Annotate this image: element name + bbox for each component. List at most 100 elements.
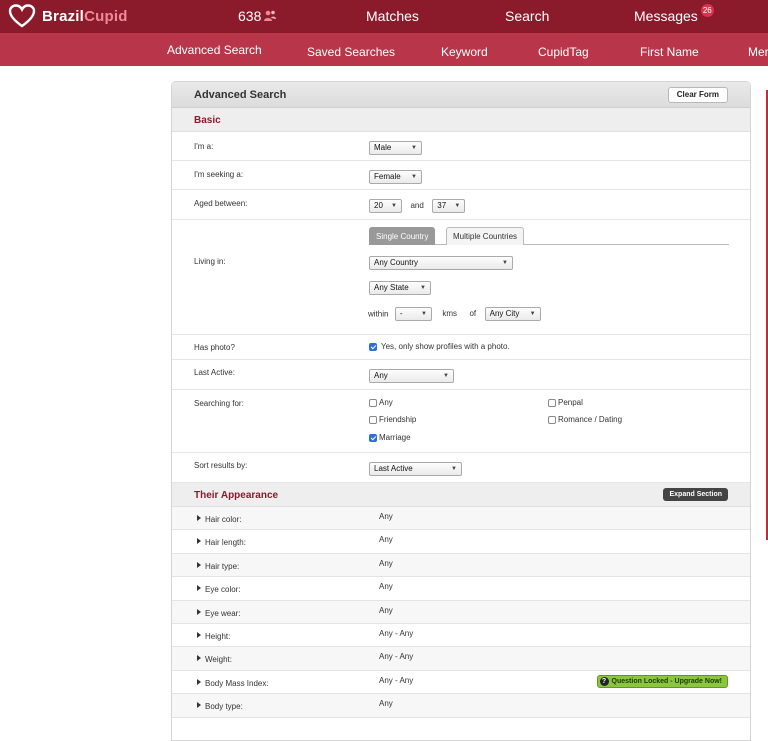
kms-text: kms — [442, 309, 458, 319]
points-counter[interactable]: 638 — [238, 8, 277, 24]
subnav-cupidtag[interactable]: CupidTag — [538, 45, 589, 59]
row-label: Weight: — [205, 655, 232, 665]
country-select[interactable]: Any Country ▼ — [369, 255, 513, 270]
row-label: Eye wear: — [205, 608, 241, 618]
subnav-advanced-search[interactable]: Advanced Search — [167, 43, 262, 57]
messages-count-badge: 26 — [700, 4, 714, 17]
row-value: Any — [379, 535, 393, 545]
users-icon — [263, 10, 277, 22]
marriage-checkbox[interactable] — [369, 433, 377, 442]
chevron-down-icon: ▼ — [502, 259, 508, 266]
romance-checkbox[interactable] — [548, 415, 556, 424]
of-text: of — [469, 309, 477, 319]
photo-checkbox[interactable] — [369, 342, 377, 351]
option-friendship[interactable]: Friendship — [369, 415, 416, 424]
distance-value: - — [399, 309, 403, 319]
expand-arrow-icon — [197, 561, 201, 568]
searching-for-label: Searching for: — [194, 399, 244, 408]
nav-messages[interactable]: Messages 26 — [634, 4, 714, 25]
option-marriage-label: Marriage — [379, 433, 411, 442]
photo-option-label: Yes, only show profiles with a photo. — [381, 342, 510, 351]
expand-arrow-icon — [197, 631, 201, 638]
distance-select[interactable]: - ▼ — [394, 306, 432, 321]
row-label: Hair type: — [205, 561, 240, 571]
expand-arrow-icon — [197, 515, 201, 521]
brand-logo[interactable]: BrazilCupid — [8, 4, 128, 28]
chevron-down-icon: ▼ — [529, 310, 536, 317]
appearance-section-title: Their Appearance — [194, 490, 279, 501]
row-label: Body type: — [205, 702, 243, 712]
option-penpal[interactable]: Penpal — [548, 398, 583, 407]
appearance-row-body-type[interactable]: Body type: Any — [172, 694, 750, 718]
row-label: Height: — [205, 631, 231, 641]
last-active-select[interactable]: Any ▼ — [369, 368, 454, 383]
chevron-down-icon: ▼ — [391, 202, 397, 209]
option-romance[interactable]: Romance / Dating — [548, 415, 622, 424]
brand-name: BrazilCupid — [42, 7, 128, 25]
row-label: Hair color: — [205, 515, 242, 524]
advanced-search-panel: Advanced Search Clear Form Basic I'm a: … — [171, 81, 751, 741]
nav-matches[interactable]: Matches — [366, 8, 419, 24]
country-value: Any Country — [374, 258, 419, 268]
expand-arrow-icon — [197, 678, 201, 685]
heart-logo-icon — [8, 4, 36, 28]
age-and-text: and — [410, 201, 424, 211]
question-locked-button[interactable]: ? Question Locked - Upgrade Now! — [596, 674, 728, 688]
subnav-more[interactable]: Mer — [748, 45, 768, 59]
age-min-select[interactable]: 20 ▼ — [369, 198, 402, 213]
sort-select[interactable]: Last Active ▼ — [369, 461, 462, 476]
clear-form-button[interactable]: Clear Form — [667, 87, 728, 103]
appearance-section-header: Their Appearance Expand Section — [172, 483, 750, 507]
panel-title: Advanced Search — [194, 89, 287, 101]
appearance-row-hair-color[interactable]: Hair color: Any — [172, 507, 750, 531]
chevron-down-icon: ▼ — [443, 372, 449, 379]
photo-label: Has photo? — [194, 343, 235, 352]
row-value: Any — [379, 512, 393, 521]
any-checkbox[interactable] — [369, 398, 377, 407]
basic-section-title: Basic — [194, 115, 221, 126]
appearance-row-height[interactable]: Height: Any - Any — [172, 624, 750, 648]
photo-option[interactable]: Yes, only show profiles with a photo. — [369, 342, 510, 351]
friendship-checkbox[interactable] — [369, 415, 377, 424]
photo-row: Has photo? Yes, only show profiles with … — [172, 335, 750, 360]
gender-value: Male — [374, 143, 392, 153]
appearance-row-hair-length[interactable]: Hair length: Any — [172, 530, 750, 554]
seeking-value: Female — [374, 172, 401, 182]
appearance-row-weight[interactable]: Weight: Any - Any — [172, 647, 750, 671]
appearance-row-eye-color[interactable]: Eye color: Any — [172, 577, 750, 601]
subnav-first-name[interactable]: First Name — [640, 45, 699, 59]
state-value: Any State — [374, 283, 409, 293]
nav-search[interactable]: Search — [505, 8, 549, 24]
subnav-saved-searches[interactable]: Saved Searches — [307, 45, 395, 59]
option-marriage[interactable]: Marriage — [369, 433, 411, 442]
appearance-row-hair-type[interactable]: Hair type: Any — [172, 553, 750, 578]
row-value: Any — [379, 558, 393, 568]
tab-multiple-countries[interactable]: Multiple Countries — [446, 227, 525, 245]
expand-arrow-icon — [197, 655, 201, 662]
appearance-row-eye-wear[interactable]: Eye wear: Any — [172, 600, 750, 624]
option-friendship-label: Friendship — [379, 415, 417, 424]
age-max-value: 37 — [437, 201, 447, 211]
chevron-down-icon: ▼ — [420, 284, 426, 291]
option-any-label: Any — [379, 398, 393, 407]
city-value: Any City — [489, 309, 520, 319]
expand-section-button[interactable]: Expand Section — [663, 488, 728, 501]
option-any[interactable]: Any — [369, 398, 393, 407]
row-value: Any — [379, 582, 393, 592]
tab-single-country[interactable]: Single Country — [369, 227, 436, 245]
option-romance-label: Romance / Dating — [558, 415, 623, 424]
location-tabs: Single Country Multiple Countries — [369, 227, 729, 245]
gender-select[interactable]: Male ▼ — [369, 140, 422, 155]
chevron-down-icon: ▼ — [411, 144, 417, 151]
city-select[interactable]: Any City ▼ — [484, 306, 541, 321]
subnav-keyword[interactable]: Keyword — [441, 45, 488, 59]
basic-section-header: Basic — [172, 108, 750, 132]
penpal-checkbox[interactable] — [548, 398, 556, 407]
seeking-select[interactable]: Female ▼ — [369, 169, 422, 184]
age-max-select[interactable]: 37 ▼ — [432, 198, 466, 213]
state-select[interactable]: Any State ▼ — [369, 280, 431, 295]
question-icon: ? — [599, 676, 609, 686]
appearance-row-bmi[interactable]: Body Mass Index: Any - Any ? Question Lock… — [172, 671, 750, 695]
row-value: Any — [379, 699, 393, 709]
panel-header: Advanced Search Clear Form — [172, 82, 750, 108]
